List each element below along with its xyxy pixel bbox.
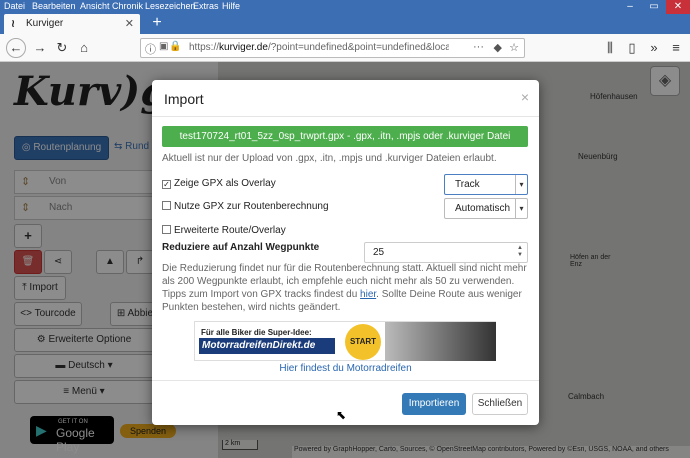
ad-banner[interactable]: Für alle Biker die Super-Idee: Motorradr…	[194, 321, 496, 361]
banner-brand: MotorradreifenDirekt.de	[199, 338, 335, 354]
close-icon[interactable]: ×	[521, 89, 529, 105]
menu-bearbeiten[interactable]: Bearbeiten	[32, 1, 76, 11]
waypoint-count-input[interactable]: 25 ▲ ▼	[364, 242, 528, 263]
menu-hilfe[interactable]: Hilfe	[222, 1, 240, 11]
menu-ansicht[interactable]: Ansicht	[80, 1, 110, 11]
upload-hint: Aktuell ist nur der Upload von .gpx, .it…	[162, 153, 497, 164]
window-controls: – ▭ ✕	[618, 0, 690, 14]
file-upload-button[interactable]: test170724_rt01_5zz_0sp_trwprt.gpx - .gp…	[162, 126, 528, 147]
maximize-icon[interactable]: ▭	[642, 0, 666, 14]
extended-checkbox-row[interactable]: Erweiterte Route/Overlay	[162, 225, 286, 236]
hamburger-icon[interactable]: ≡	[666, 39, 686, 57]
nav-bar: ← → ↻ ⌂ ⓘ ▣ 🔒 https://kurviger.de/?point…	[0, 34, 690, 62]
url-text: https://kurviger.de/?point=undefined&poi…	[189, 42, 449, 53]
overlay-checkbox-row[interactable]: ✓ Zeige GPX als Overlay	[162, 178, 276, 189]
menu-chronik[interactable]: Chronik	[112, 1, 143, 11]
checkbox-icon[interactable]	[162, 201, 171, 210]
banner-tagline: Für alle Biker die Super-Idee:	[201, 328, 312, 337]
tab-close-icon[interactable]: ✕	[125, 17, 134, 30]
minimize-icon[interactable]: –	[618, 0, 642, 14]
close-window-icon[interactable]: ✕	[666, 0, 690, 14]
mode-select[interactable]: Automatisch ▾	[444, 198, 528, 219]
reduce-label: Reduziere auf Anzahl Wegpunkte	[162, 242, 320, 253]
more-icon[interactable]: ···	[473, 41, 484, 53]
pocket-icon[interactable]: ◆	[494, 41, 502, 54]
track-type-select[interactable]: Track ▾	[444, 174, 528, 195]
sidebar-toggle-icon[interactable]: ▯	[622, 39, 642, 57]
checkbox-icon[interactable]	[162, 225, 171, 234]
spinner-icon[interactable]: ▲ ▼	[517, 245, 523, 259]
info-icon[interactable]: ⓘ	[145, 41, 156, 57]
url-bar[interactable]: ⓘ ▣ 🔒 https://kurviger.de/?point=undefin…	[140, 38, 525, 58]
close-button[interactable]: Schließen	[472, 393, 528, 415]
menu-datei[interactable]: Datei	[4, 1, 25, 11]
chevron-down-icon: ▾	[515, 199, 527, 218]
back-icon[interactable]: ←	[6, 38, 26, 58]
tab-title: Kurviger	[26, 18, 64, 29]
reifen-link[interactable]: Hier findest du Motorradreifen	[152, 363, 539, 374]
import-dialog: Import × test170724_rt01_5zz_0sp_trwprt.…	[152, 80, 539, 425]
checkbox-checked-icon[interactable]: ✓	[162, 180, 171, 189]
lock-icon: 🔒	[169, 41, 182, 52]
forward-icon[interactable]: →	[30, 39, 50, 57]
chevron-down-icon: ▾	[515, 175, 527, 194]
tips-link[interactable]: hier	[360, 289, 376, 300]
banner-start-badge: START	[345, 324, 381, 360]
home-icon[interactable]: ⌂	[74, 39, 94, 57]
bookmark-star-icon[interactable]: ☆	[509, 41, 519, 54]
routing-checkbox-row[interactable]: Nutze GPX zur Routenberechnung	[162, 201, 329, 212]
overflow-icon[interactable]: »	[644, 39, 664, 57]
mouse-cursor-icon: ⬉	[336, 408, 347, 422]
menu-lesezeichen[interactable]: Lesezeichen	[145, 1, 196, 11]
divider	[152, 380, 539, 381]
banner-image	[385, 322, 496, 361]
menu-bar: Datei Bearbeiten Ansicht Chronik Lesezei…	[0, 0, 690, 14]
menu-extras[interactable]: Extras	[193, 1, 219, 11]
new-tab-icon[interactable]: +	[146, 14, 168, 34]
dialog-title: Import	[164, 91, 204, 107]
divider	[152, 116, 539, 117]
extension-icon[interactable]: ▣	[159, 41, 168, 52]
reduce-description: Die Reduzierung findet nur für die Route…	[162, 263, 527, 313]
library-icon[interactable]: ⫼	[600, 39, 620, 57]
browser-tab[interactable]: ≀ Kurviger ✕	[4, 14, 140, 34]
favicon-icon: ≀	[11, 18, 16, 30]
reload-icon[interactable]: ↻	[52, 39, 72, 57]
import-submit-button[interactable]: Importieren	[402, 393, 466, 415]
